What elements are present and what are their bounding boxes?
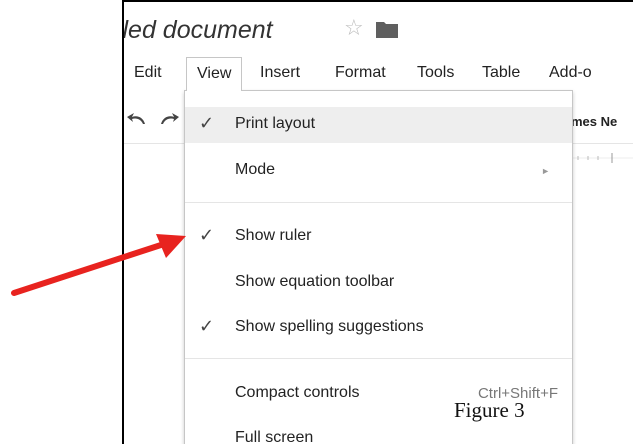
menu-item-label: Compact controls (235, 384, 360, 401)
check-icon: ✓ (199, 316, 215, 336)
font-name-select[interactable]: mes Ne (571, 114, 617, 129)
menu-insert[interactable]: Insert (250, 57, 310, 91)
star-icon[interactable]: ☆ (344, 15, 364, 41)
view-menu-dropdown: ✓ Print layout Mode ► ✓ Show ruler Show … (184, 90, 573, 444)
menu-bar: Edit View Insert Format Tools Table Add-… (124, 57, 633, 93)
menu-item-label: Show ruler (235, 227, 312, 244)
menu-item-print-layout[interactable]: ✓ Print layout (185, 107, 572, 143)
menu-addons[interactable]: Add-o (539, 57, 602, 91)
submenu-arrow-icon: ► (541, 166, 550, 176)
menu-item-full-screen[interactable]: Full screen (185, 421, 572, 444)
menu-item-label: Mode (235, 161, 276, 178)
screenshot-frame: itled document ☆ Edit View Insert Format… (122, 0, 633, 444)
menu-item-label: Show spelling suggestions (235, 318, 424, 335)
menu-divider (185, 202, 572, 203)
menu-item-show-equation-toolbar[interactable]: Show equation toolbar (185, 265, 572, 301)
menu-item-mode[interactable]: Mode ► (185, 153, 572, 189)
menu-item-show-ruler[interactable]: ✓ Show ruler (185, 219, 572, 255)
figure-caption: Figure 3 (454, 398, 525, 422)
menu-item-show-spelling-suggestions[interactable]: ✓ Show spelling suggestions (185, 310, 572, 346)
menu-table[interactable]: Table (472, 57, 530, 91)
menu-view[interactable]: View (186, 57, 243, 91)
folder-icon[interactable] (376, 21, 398, 38)
document-title[interactable]: itled document (124, 16, 273, 45)
menu-divider (185, 358, 572, 359)
redo-icon[interactable] (158, 109, 180, 127)
menu-edit[interactable]: Edit (124, 57, 172, 91)
menu-item-label: Show equation toolbar (235, 273, 395, 290)
check-icon: ✓ (199, 113, 215, 133)
check-icon: ✓ (199, 225, 215, 245)
menu-item-label: Print layout (235, 115, 316, 132)
undo-icon[interactable] (126, 109, 148, 127)
ruler[interactable] (572, 151, 633, 165)
menu-format[interactable]: Format (325, 57, 396, 91)
menu-item-label: Full screen (235, 429, 314, 444)
menu-tools[interactable]: Tools (407, 57, 464, 91)
